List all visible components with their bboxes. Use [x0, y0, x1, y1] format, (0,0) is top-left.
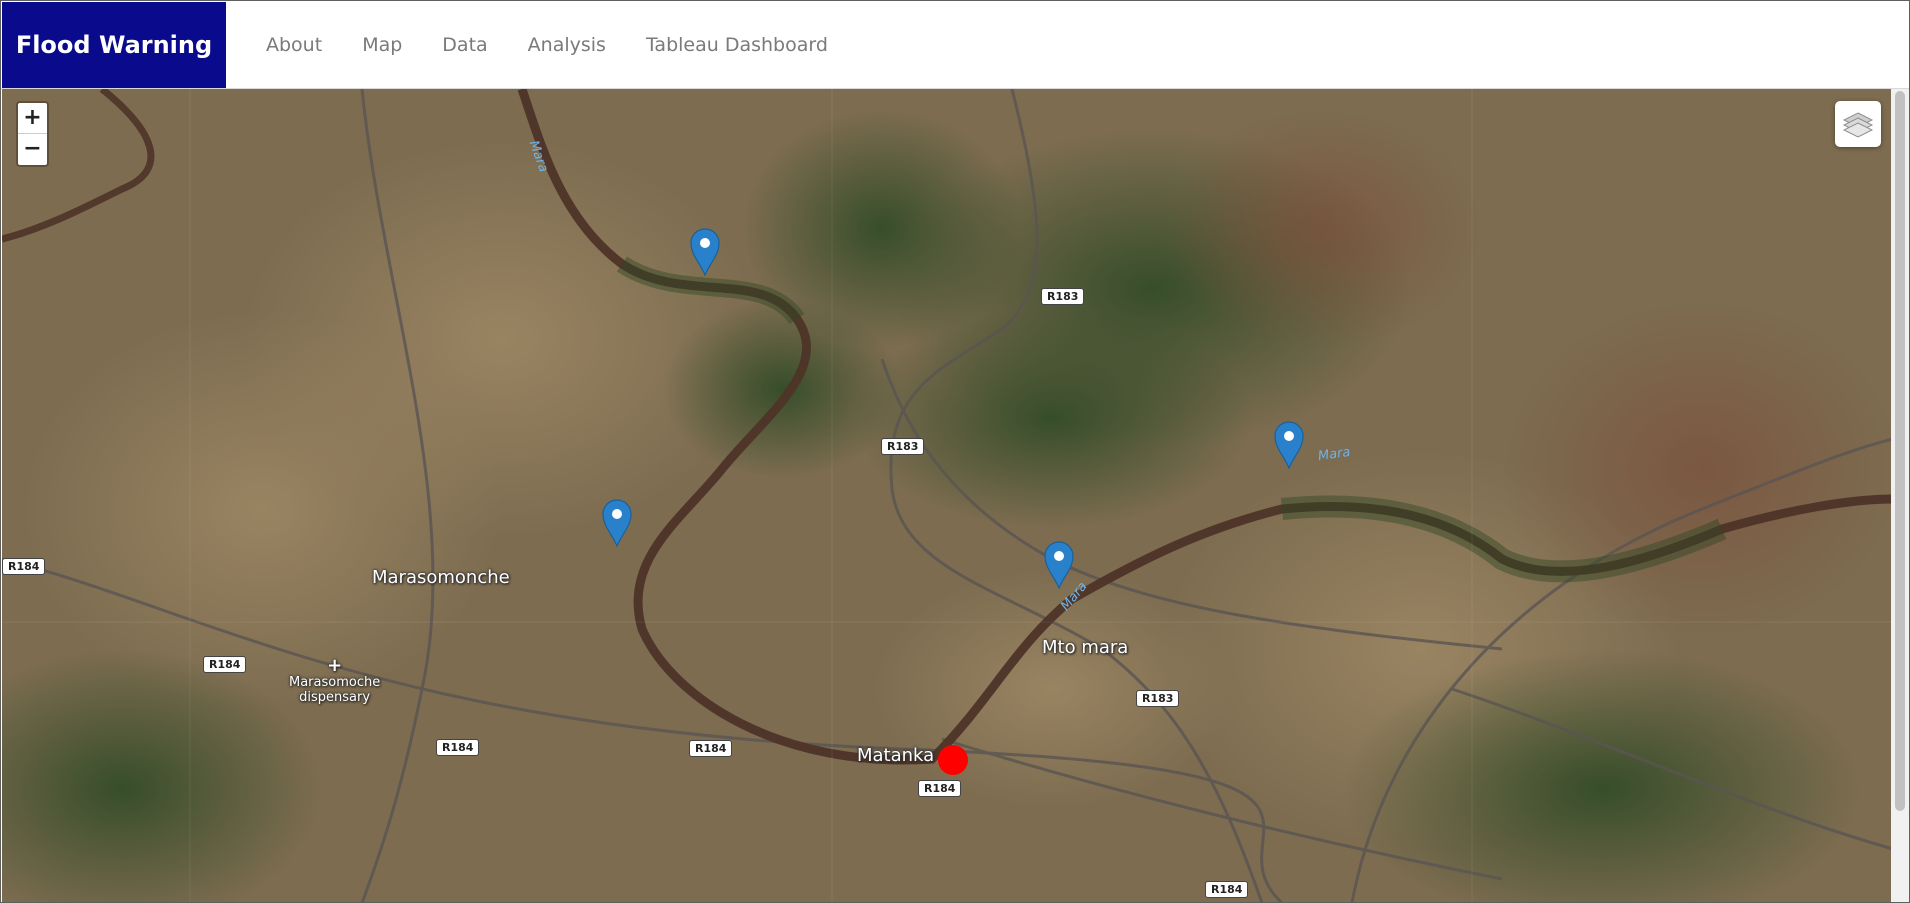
page-frame: Flood Warning About Map Data Analysis Ta…: [0, 0, 1910, 903]
brand-logo[interactable]: Flood Warning: [2, 2, 226, 88]
road-shield-r183: R183: [1136, 690, 1180, 707]
road-shield-r184: R184: [1205, 881, 1249, 898]
road-shield-r184: R184: [2, 558, 46, 575]
map-pin-icon: [602, 499, 632, 547]
road-shield-r183: R183: [881, 438, 925, 455]
nav-data[interactable]: Data: [442, 34, 487, 56]
page-scrollbar[interactable]: [1891, 89, 1909, 902]
zoom-in-button[interactable]: +: [18, 103, 47, 134]
nav-links: About Map Data Analysis Tableau Dashboar…: [266, 1, 868, 89]
place-label-marasomonche: Marasomonche: [372, 567, 510, 588]
nav-analysis[interactable]: Analysis: [528, 34, 606, 56]
map-pin-icon: [1274, 421, 1304, 469]
scrollbar-thumb[interactable]: [1895, 91, 1905, 811]
station-marker[interactable]: [1274, 421, 1304, 469]
nav-map[interactable]: Map: [362, 34, 402, 56]
road-shield-r184: R184: [203, 656, 247, 673]
road-shield-r184: R184: [436, 739, 480, 756]
map-pin-icon: [690, 228, 720, 276]
layers-control-button[interactable]: [1835, 101, 1881, 147]
satellite-map[interactable]: + − Marasomonche Mto mara Matanka + Mara…: [2, 89, 1893, 902]
road-shield-r184: R184: [918, 780, 962, 797]
zoom-control: + −: [16, 101, 49, 167]
road-shield-r183: R183: [1041, 288, 1085, 305]
zoom-out-button[interactable]: −: [18, 134, 47, 165]
plus-icon: +: [327, 655, 343, 676]
station-marker[interactable]: [1044, 541, 1074, 589]
place-label-matanka: Matanka: [857, 745, 935, 766]
layers-icon: [1842, 112, 1874, 138]
top-navbar: Flood Warning About Map Data Analysis Ta…: [1, 1, 1909, 89]
station-marker[interactable]: [690, 228, 720, 276]
nav-tableau-dashboard[interactable]: Tableau Dashboard: [646, 34, 828, 56]
place-label-dispensary: + Marasomoche dispensary: [289, 655, 381, 706]
nav-about[interactable]: About: [266, 34, 322, 56]
station-marker[interactable]: [602, 499, 632, 547]
place-label-mto-mara: Mto mara: [1042, 637, 1129, 658]
map-pin-icon: [1044, 541, 1074, 589]
road-shield-r184: R184: [689, 740, 733, 757]
flood-alert-dot[interactable]: [938, 745, 968, 775]
